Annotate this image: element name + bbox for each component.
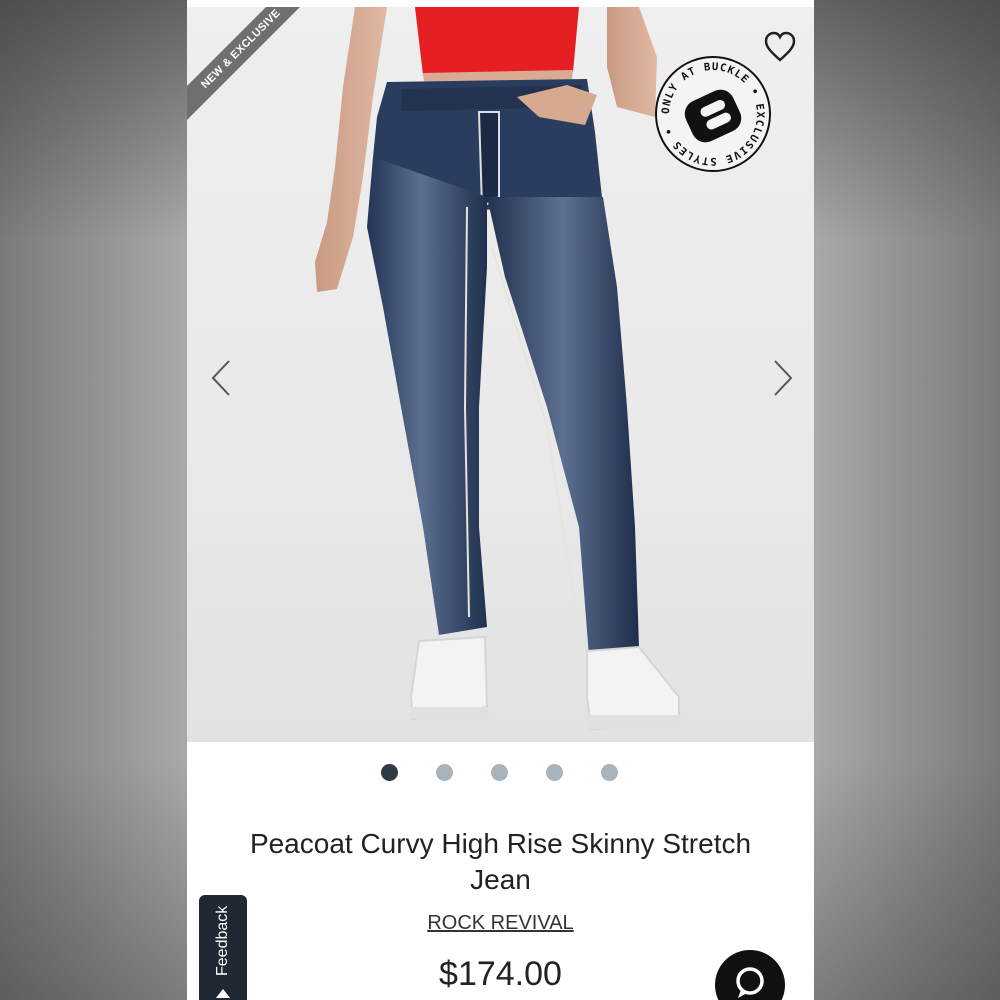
- caret-up-icon: [216, 989, 230, 998]
- right-backdrop: [813, 0, 1000, 1000]
- only-at-buckle-badge: ONLY AT BUCKLE • EXCLUSIVE STYLES •: [654, 55, 772, 173]
- chat-bubble-icon: [736, 967, 764, 998]
- carousel-dot[interactable]: [546, 764, 563, 781]
- carousel-dot[interactable]: [601, 764, 618, 781]
- carousel-dot[interactable]: [436, 764, 453, 781]
- product-page: NEW & EXCLUSIVE ONLY AT BUCKLE • EXCLUSI…: [187, 0, 814, 1000]
- feedback-label: Feedback: [214, 905, 231, 977]
- product-image[interactable]: NEW & EXCLUSIVE ONLY AT BUCKLE • EXCLUSI…: [187, 7, 814, 742]
- previous-image-button[interactable]: [207, 357, 237, 399]
- status-strip: [187, 0, 814, 7]
- carousel-dot[interactable]: [491, 764, 508, 781]
- product-title: Peacoat Curvy High Rise Skinny Stretch J…: [249, 828, 752, 895]
- ribbon-label: NEW & EXCLUSIVE: [187, 7, 317, 129]
- chevron-left-icon: [211, 360, 230, 396]
- chevron-right-icon: [774, 360, 793, 396]
- carousel-dot[interactable]: [381, 764, 398, 781]
- next-image-button[interactable]: [767, 357, 797, 399]
- carousel-dots: [187, 762, 814, 782]
- brand-link[interactable]: ROCK REVIVAL: [187, 912, 814, 935]
- new-exclusive-ribbon: NEW & EXCLUSIVE: [187, 7, 317, 137]
- feedback-tab[interactable]: Feedback: [199, 895, 247, 1000]
- left-backdrop: [0, 0, 187, 1000]
